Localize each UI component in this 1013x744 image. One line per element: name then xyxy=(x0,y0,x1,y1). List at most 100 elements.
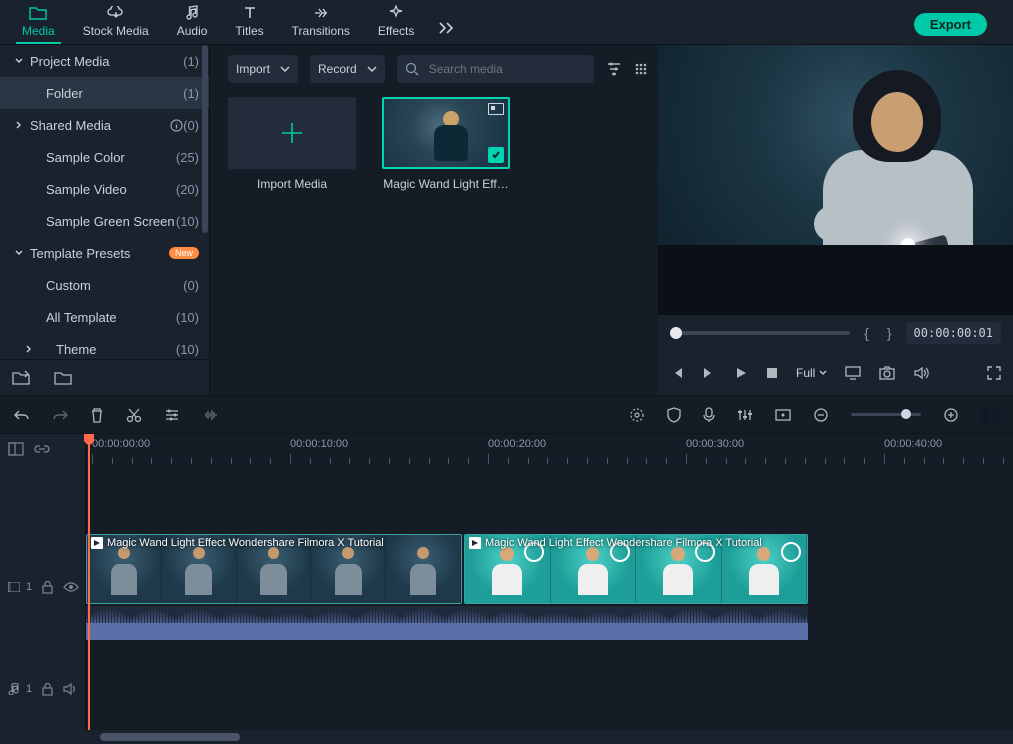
tree-item-project-media[interactable]: Project Media(1) xyxy=(0,45,209,77)
preview-controls: Full xyxy=(658,351,1013,395)
tree-item-label: Folder xyxy=(46,86,183,101)
track-visible-icon[interactable] xyxy=(63,582,79,592)
preview-panel: { } 00:00:00:01 Full xyxy=(658,45,1013,395)
tree-item-sample-green-screen[interactable]: Sample Green Screen(10) xyxy=(0,205,209,237)
tree-item-custom[interactable]: Custom(0) xyxy=(0,269,209,301)
tree-item-theme[interactable]: Theme(10) xyxy=(0,333,209,359)
mic-icon[interactable] xyxy=(703,407,715,423)
tree-item-shared-media[interactable]: Shared Media(0) xyxy=(0,109,209,141)
timeline-tracks[interactable]: 00:00:00:0000:00:10:0000:00:20:0000:00:3… xyxy=(86,434,1013,730)
volume-icon[interactable] xyxy=(913,366,929,380)
scrub-track[interactable] xyxy=(670,331,850,335)
adjust-icon[interactable] xyxy=(164,408,180,422)
filter-icon[interactable] xyxy=(606,61,622,77)
grid-view-icon[interactable] xyxy=(634,62,648,76)
time-ruler[interactable]: 00:00:00:0000:00:10:0000:00:20:0000:00:3… xyxy=(86,434,1013,464)
marker-target-icon[interactable] xyxy=(629,407,645,423)
prev-frame-button[interactable] xyxy=(670,366,684,380)
video-track[interactable]: Magic Wand Light Effect Wondershare Film… xyxy=(86,534,1013,640)
tree-item-all-template[interactable]: All Template(10) xyxy=(0,301,209,333)
mark-out-button[interactable]: } xyxy=(883,325,896,341)
track-lock-icon[interactable] xyxy=(42,581,53,594)
import-media-label: Import Media xyxy=(228,177,356,191)
delete-button[interactable] xyxy=(90,407,104,423)
timeline-clip-2[interactable]: Magic Wand Light Effect Wondershare Film… xyxy=(464,534,808,604)
clip-name: Magic Wand Light Eff… xyxy=(382,177,510,191)
timeline-settings-icon[interactable] xyxy=(8,442,24,456)
export-button[interactable]: Export xyxy=(914,13,987,36)
video-track-label: 1 xyxy=(8,581,32,593)
tree-item-label: Sample Video xyxy=(46,182,176,197)
timeline-footer xyxy=(0,730,1013,744)
selected-check-icon xyxy=(488,147,504,163)
more-tabs-button[interactable] xyxy=(428,22,466,44)
audio-lock-icon[interactable] xyxy=(42,683,53,696)
zoom-handle[interactable] xyxy=(901,409,911,419)
stop-button[interactable] xyxy=(766,367,778,379)
snapshot-icon[interactable] xyxy=(879,366,895,380)
tree-item-label: All Template xyxy=(46,310,176,325)
mixer-icon[interactable] xyxy=(737,408,753,422)
tree-item-template-presets[interactable]: Template PresetsNew xyxy=(0,237,209,269)
compare-view-icon[interactable] xyxy=(981,407,999,423)
mark-in-button[interactable]: { xyxy=(860,325,873,341)
play-button[interactable] xyxy=(734,366,748,380)
zoom-slider[interactable] xyxy=(851,413,921,416)
zoom-in-button[interactable] xyxy=(943,407,959,423)
split-button[interactable] xyxy=(126,407,142,423)
tree-item-sample-color[interactable]: Sample Color(25) xyxy=(0,141,209,173)
tab-titles[interactable]: Titles xyxy=(221,0,277,44)
shield-icon[interactable] xyxy=(667,407,681,423)
record-dropdown[interactable]: Record xyxy=(310,55,385,83)
tree-scrollbar[interactable] xyxy=(202,45,208,233)
search-icon xyxy=(405,62,419,76)
tab-effects[interactable]: Effects xyxy=(364,0,428,44)
tab-transitions[interactable]: Transitions xyxy=(278,0,364,44)
quality-dropdown[interactable]: Full xyxy=(796,366,827,380)
ruler-label: 00:00:20:00 xyxy=(488,438,546,450)
playhead[interactable] xyxy=(88,434,90,730)
tree-arrow-icon xyxy=(22,345,36,353)
audio-wave-icon[interactable] xyxy=(202,408,220,422)
fullscreen-icon[interactable] xyxy=(987,366,1001,380)
audio-track[interactable] xyxy=(86,660,1013,698)
media-browser: Import Record Import xyxy=(210,45,658,395)
tree-item-label: Template Presets xyxy=(30,246,163,261)
redo-button[interactable] xyxy=(52,408,68,422)
search-media-input[interactable] xyxy=(397,55,594,83)
import-media-tile[interactable]: Import Media xyxy=(228,97,356,191)
tab-audio[interactable]: Audio xyxy=(163,0,222,44)
scrub-handle[interactable] xyxy=(670,327,682,339)
tree-item-folder[interactable]: Folder(1) xyxy=(0,77,209,109)
audio-waveform[interactable] xyxy=(86,606,808,640)
link-icon[interactable] xyxy=(34,442,50,456)
next-frame-button[interactable] xyxy=(702,366,716,380)
tab-stock-media[interactable]: Stock Media xyxy=(69,0,163,44)
tab-media[interactable]: Media xyxy=(8,0,69,44)
ruler-label: 00:00:40:00 xyxy=(884,438,942,450)
plus-icon xyxy=(278,119,306,147)
folder-icon xyxy=(29,4,47,22)
import-dropdown[interactable]: Import xyxy=(228,55,298,83)
tree-item-label: Sample Green Screen xyxy=(46,214,176,229)
new-folder-link-icon[interactable] xyxy=(12,370,30,386)
tree-arrow-icon xyxy=(12,121,26,129)
tree-arrow-icon xyxy=(12,58,26,64)
search-field[interactable] xyxy=(427,61,586,77)
horizontal-scrollbar[interactable] xyxy=(100,733,240,741)
top-tab-bar: Media Stock Media Audio Titles Transitio… xyxy=(0,0,1013,45)
tree-item-sample-video[interactable]: Sample Video(20) xyxy=(0,173,209,205)
preview-viewport[interactable] xyxy=(658,45,1013,245)
timeline-clip-1[interactable]: Magic Wand Light Effect Wondershare Film… xyxy=(86,534,462,604)
tree-item-label: Shared Media xyxy=(30,118,164,133)
display-icon[interactable] xyxy=(845,366,861,380)
tree-item-count: (20) xyxy=(176,182,199,197)
media-tree: Project Media(1)Folder(1)Shared Media(0)… xyxy=(0,45,210,395)
info-icon[interactable] xyxy=(170,119,183,132)
zoom-out-button[interactable] xyxy=(813,407,829,423)
audio-mute-icon[interactable] xyxy=(63,683,77,695)
new-folder-icon[interactable] xyxy=(54,371,72,385)
media-clip-tile[interactable]: Magic Wand Light Eff… xyxy=(382,97,510,191)
undo-button[interactable] xyxy=(14,408,30,422)
crop-icon[interactable] xyxy=(775,409,791,421)
